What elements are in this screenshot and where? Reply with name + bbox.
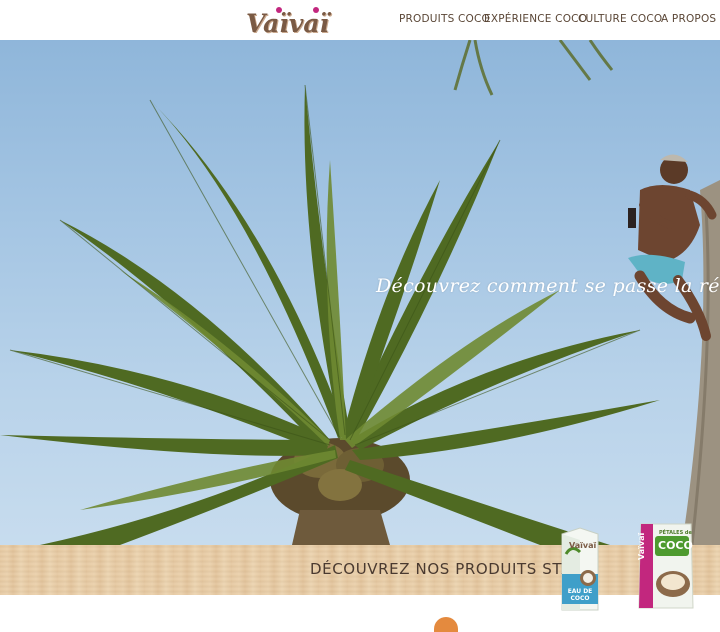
product-petales-de-coco[interactable]: Vaïvaï PÉTALES de COCO: [637, 520, 695, 612]
product-2-brand: Vaïvaï: [637, 532, 646, 560]
main-nav: PRODUITS COCO EXPÉRIENCE COCO CULTURE CO…: [0, 13, 720, 29]
products-banner: DÉCOUVREZ NOS PRODUITS STAR :: [0, 545, 720, 595]
product-1-name: EAU DE COCO: [567, 588, 593, 602]
climber-figure: [628, 154, 717, 341]
product-1-brand: Vaïvaï: [569, 541, 597, 550]
product-2-name-small: PÉTALES de: [659, 530, 692, 536]
products-banner-title: DÉCOUVREZ NOS PRODUITS STAR :: [310, 560, 594, 578]
nav-item-experience-coco[interactable]: EXPÉRIENCE COCO: [484, 13, 587, 25]
content-section: [0, 595, 720, 632]
hero-section: Découvrez comment se passe la récolte de…: [0, 40, 720, 545]
nav-item-a-propos[interactable]: A PROPOS: [661, 13, 716, 25]
nav-item-culture-coco[interactable]: CULTURE COCO: [578, 13, 662, 25]
nav-item-produits-coco[interactable]: PRODUITS COCO: [399, 13, 490, 25]
product-2-name: COCO: [658, 539, 693, 552]
product-eau-de-coco[interactable]: Vaïvaï EAU DE COCO: [558, 526, 602, 614]
hero-caption[interactable]: Découvrez comment se passe la récolte de…: [376, 275, 720, 297]
site-header: Vaïvaï PRODUITS COCO EXPÉRIENCE COCO CUL…: [0, 0, 720, 40]
